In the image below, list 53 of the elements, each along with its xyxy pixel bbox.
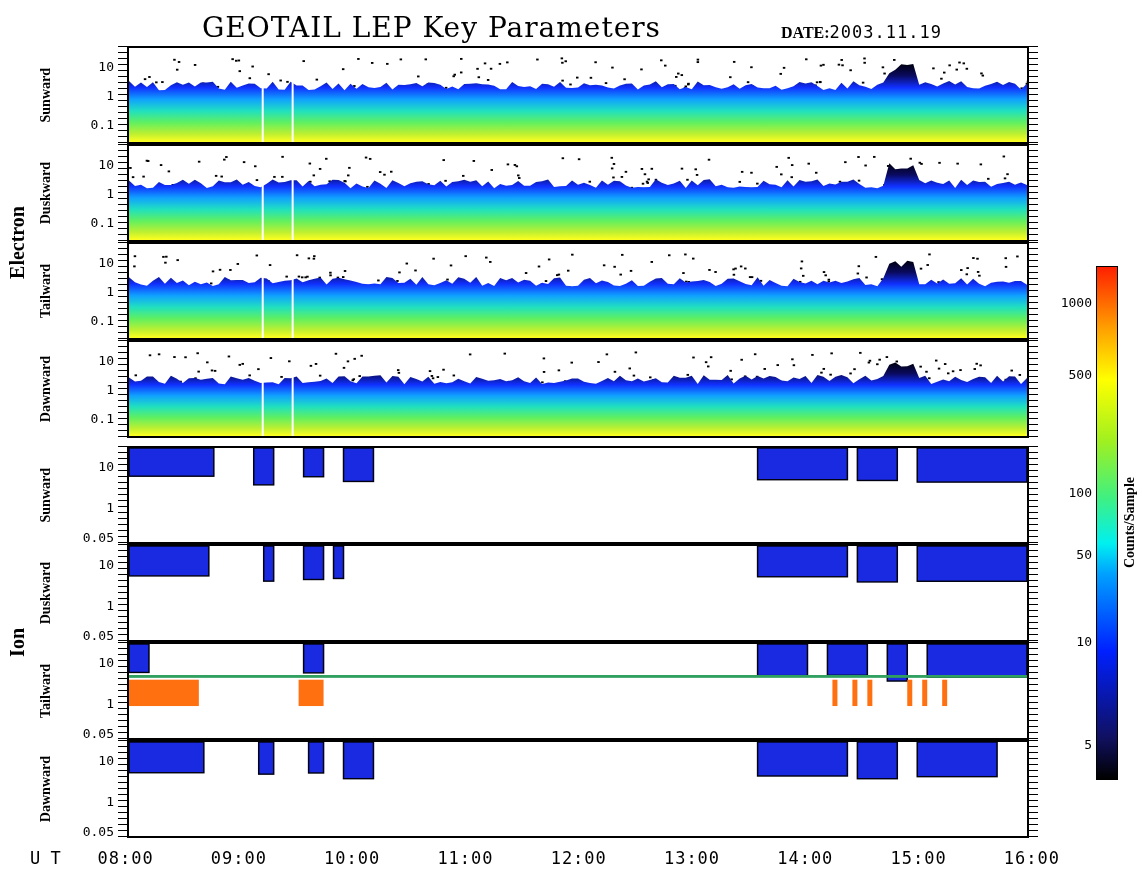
time-tick-label: 15:00 <box>890 848 947 868</box>
axis-tick-label: 0.1 <box>90 214 114 230</box>
axis-tick-label: 10 <box>98 752 114 768</box>
panel-label: Dawnward <box>38 355 54 423</box>
panel-label: Tailward <box>38 264 54 318</box>
time-tick-label: 10:00 <box>324 848 381 868</box>
time-tick-label: 14:00 <box>777 848 834 868</box>
time-tick-label: 09:00 <box>210 848 268 868</box>
axis-tick-label: 0.05 <box>82 627 114 643</box>
panel-label: Sunward <box>38 467 54 523</box>
axis-tick-label: 10 <box>98 556 114 572</box>
colorbar-tick-label: 10 <box>1076 633 1092 649</box>
colorbar-tick-label: 50 <box>1076 546 1092 562</box>
axis-tick-label: 10 <box>98 458 114 474</box>
axis-tick-label: 1 <box>106 185 114 201</box>
time-tick-label: 16:00 <box>1003 848 1060 868</box>
panel-label: Tailward <box>38 664 54 718</box>
colorbar-tick-label: 100 <box>1068 484 1092 500</box>
axis-tick-label: 1 <box>106 695 114 711</box>
colorbar-tick-label: 500 <box>1068 366 1092 382</box>
axis-tick-label: 1 <box>106 87 114 103</box>
panel-label: Dawnward <box>38 755 54 823</box>
time-tick-label: 11:00 <box>437 848 494 868</box>
panel-label: Sunward <box>38 67 54 123</box>
axis-tick-label: 10 <box>98 352 114 368</box>
axis-tick-label: 10 <box>98 156 114 172</box>
axis-tick-label: 10 <box>98 654 114 670</box>
axis-tick-label: 1 <box>106 597 114 613</box>
axis-tick-label: 0.1 <box>90 312 114 328</box>
time-tick-label: 12:00 <box>550 848 607 868</box>
panel-label: Duskward <box>38 161 54 225</box>
time-tick-label: 13:00 <box>663 848 721 868</box>
axis-tick-label: 10 <box>98 254 114 270</box>
panel-label: Duskward <box>38 561 54 625</box>
group-label: Ion <box>5 627 29 657</box>
group-label: Electron <box>5 205 29 279</box>
time-axis-label: U T <box>29 848 62 868</box>
axis-tick-label: 1 <box>106 793 114 809</box>
axis-tick-label: 0.05 <box>82 725 114 741</box>
date-label: DATE:2003.11.19 <box>780 22 942 44</box>
time-tick-label: 08:00 <box>97 848 154 868</box>
axis-tick-label: 1 <box>106 283 114 299</box>
axis-tick-label: 1 <box>106 381 114 397</box>
axis-tick-label: 1 <box>106 499 114 515</box>
axis-tick-label: 0.05 <box>82 529 114 545</box>
colorbar-tick-label: 5 <box>1084 736 1092 752</box>
axis-tick-label: 0.1 <box>90 116 114 132</box>
colorbar-tick-label: 1000 <box>1060 294 1092 310</box>
axis-tick-label: 10 <box>98 58 114 74</box>
axis-tick-label: 0.1 <box>90 410 114 426</box>
axis-tick-label: 0.05 <box>82 823 114 839</box>
colorbar-label: Counts/Sample <box>1122 477 1138 569</box>
plot-title: GEOTAIL LEP Key Parameters <box>202 11 661 44</box>
